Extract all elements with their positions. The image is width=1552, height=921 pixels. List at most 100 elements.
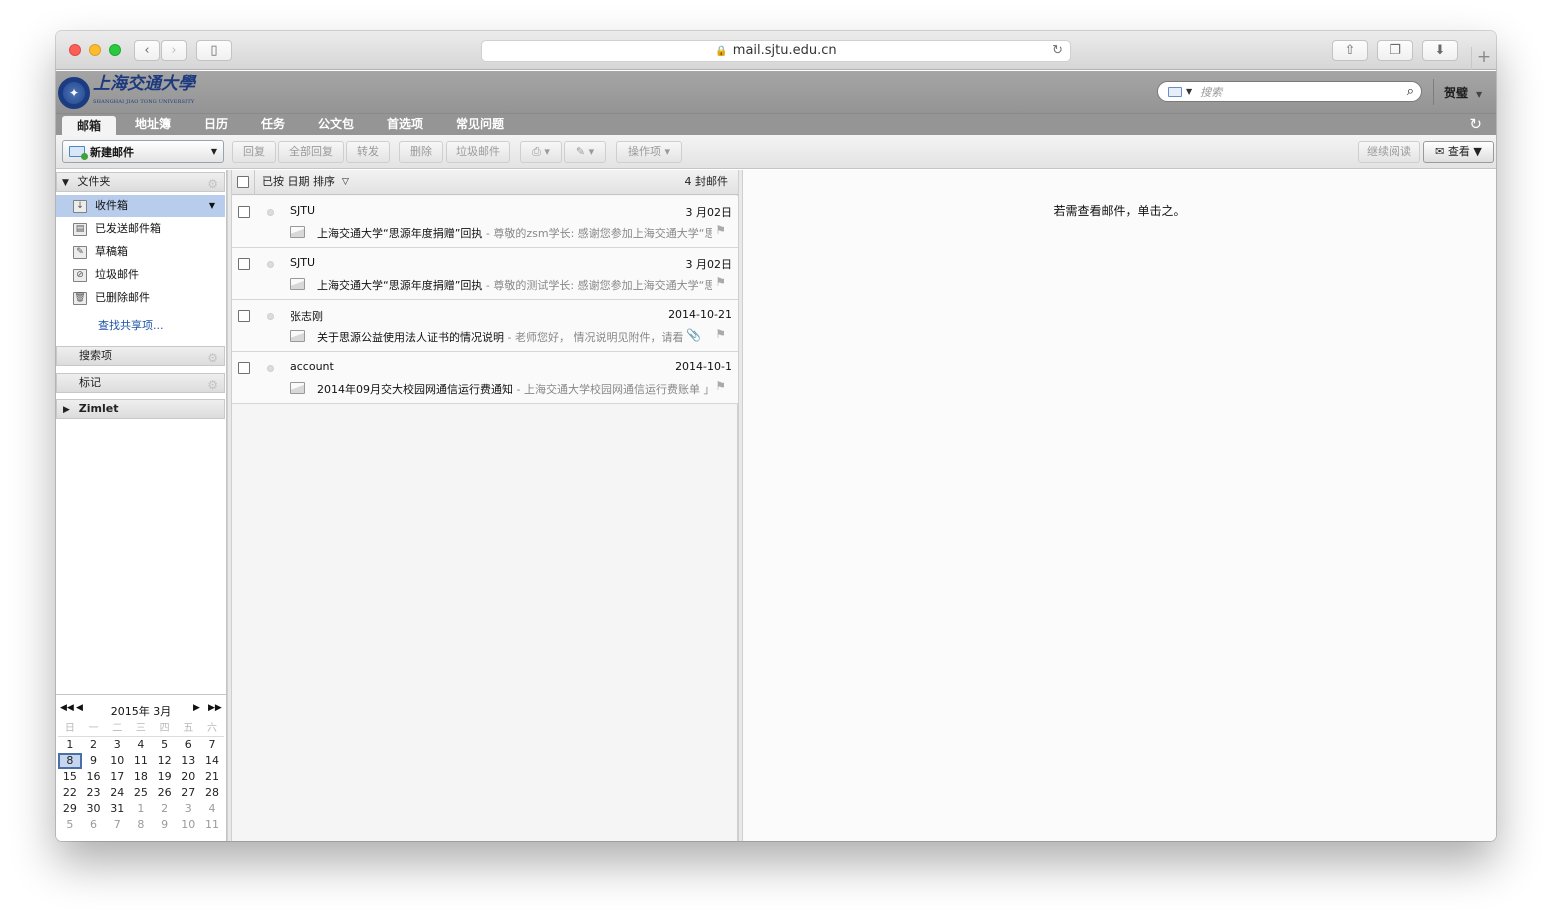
tab-preferences[interactable]: 首选项 [372,114,438,136]
sidebar-item-trash[interactable]: 🗑 已删除邮件 [56,287,225,309]
new-tab-button[interactable]: + [1471,47,1496,70]
read-status-icon[interactable] [267,261,274,268]
flag-icon[interactable]: ⚑ [715,327,726,341]
find-shared-link[interactable]: 查找共享项... [98,317,164,333]
sort-direction-icon[interactable]: ▽ [342,170,349,194]
calendar-day[interactable]: 2 [82,737,106,753]
mail-row[interactable]: account 2014-10-1 2014年09月交大校园网通信运行费通知 - 上… [232,352,738,404]
calendar-day[interactable]: 9 [82,753,106,769]
read-status-icon[interactable] [267,313,274,320]
calendar-day[interactable]: 6 [176,737,200,753]
tab-mail[interactable]: 邮箱 [62,116,117,136]
address-bar[interactable]: 🔒 mail.sjtu.edu.cn ↻ [481,40,1071,62]
read-status-icon[interactable] [267,209,274,216]
tags-header[interactable]: 标记 ⚙ [56,373,225,393]
calendar-day[interactable]: 28 [200,785,224,801]
calendar-day[interactable]: 9 [153,817,177,833]
zoom-window-button[interactable] [109,44,121,56]
tab-tasks[interactable]: 任务 [246,114,300,136]
mail-row-checkbox[interactable] [238,362,250,374]
new-mail-button[interactable]: 新建邮件 ▼ [62,140,224,163]
gear-icon[interactable]: ⚙ [207,376,218,394]
sort-label[interactable]: 已按 日期 排序 [262,170,335,194]
gear-icon[interactable]: ⚙ [207,349,218,367]
caret-down-icon[interactable]: ▼ [1186,87,1192,96]
calendar-day[interactable]: 3 [105,737,129,753]
mail-row-checkbox[interactable] [238,258,250,270]
calendar-day[interactable]: 10 [176,817,200,833]
next-month-icon[interactable]: ▶ [193,703,200,713]
tab-briefcase[interactable]: 公文包 [303,114,369,136]
caret-down-icon[interactable]: ▼ [211,147,217,156]
delete-button[interactable]: 删除 [399,141,443,163]
calendar-day[interactable]: 8 [58,753,82,769]
calendar-day[interactable]: 30 [82,801,106,817]
calendar-day[interactable]: 13 [176,753,200,769]
calendar-day[interactable]: 7 [105,817,129,833]
calendar-day[interactable]: 10 [105,753,129,769]
search-input[interactable]: 搜索 [1200,84,1407,100]
flag-icon[interactable]: ⚑ [715,379,726,393]
folders-header[interactable]: ▼ 文件夹 ⚙ [56,172,225,192]
calendar-day[interactable]: 25 [129,785,153,801]
sidebar-item-junk[interactable]: ⊘ 垃圾邮件 [56,264,225,286]
spam-button[interactable]: 垃圾邮件 [446,141,510,163]
print-button[interactable]: ⎙ ▾ [520,141,562,163]
calendar-day[interactable]: 4 [200,801,224,817]
caret-down-icon[interactable]: ▼ [209,195,215,217]
mail-row[interactable]: SJTU 3 月02日 上海交通大学“思源年度捐赠”回执 - 尊敬的zsm学长: 感… [232,196,738,248]
gear-icon[interactable]: ⚙ [207,175,218,193]
user-menu[interactable]: 贺璧 ▼ [1444,84,1482,101]
downloads-button[interactable]: ⬇ [1422,40,1458,61]
calendar-day[interactable]: 23 [82,785,106,801]
calendar-day[interactable]: 16 [82,769,106,785]
calendar-day[interactable]: 11 [129,753,153,769]
close-window-button[interactable] [69,44,81,56]
sidebar-item-inbox[interactable]: ↓ 收件箱 ▼ [56,195,225,217]
select-all-checkbox[interactable] [237,176,249,188]
mail-row-checkbox[interactable] [238,310,250,322]
search-box[interactable]: ▼ 搜索 ⌕ [1157,81,1422,102]
calendar-day[interactable]: 14 [200,753,224,769]
tab-calendar[interactable]: 日历 [189,114,243,136]
calendar-day[interactable]: 1 [129,801,153,817]
calendar-day[interactable]: 20 [176,769,200,785]
calendar-day[interactable]: 19 [153,769,177,785]
mail-row[interactable]: 张志刚 2014-10-21 关于思源公益使用法人证书的情况说明 - 老师您好， 情… [232,300,738,352]
flag-icon[interactable]: ⚑ [715,275,726,289]
calendar-day[interactable]: 26 [153,785,177,801]
sidebar-toggle-button[interactable]: ▯ [196,40,232,61]
calendar-day[interactable]: 21 [200,769,224,785]
read-status-icon[interactable] [267,365,274,372]
sidebar-item-sent[interactable]: ▤ 已发送邮件箱 [56,218,225,240]
calendar-day[interactable]: 2 [153,801,177,817]
tab-faq[interactable]: 常见问题 [441,114,519,136]
tab-contacts[interactable]: 地址簿 [120,114,186,136]
calendar-day[interactable]: 18 [129,769,153,785]
calendar-day[interactable]: 29 [58,801,82,817]
mail-row[interactable]: SJTU 3 月02日 上海交通大学“思源年度捐赠”回执 - 尊敬的测试学长: 感谢… [232,248,738,300]
calendar-day[interactable]: 4 [129,737,153,753]
calendar-day[interactable]: 27 [176,785,200,801]
minimize-window-button[interactable] [89,44,101,56]
calendar-day[interactable]: 5 [58,817,82,833]
reload-icon[interactable]: ↻ [1052,41,1063,61]
calendar-day[interactable]: 5 [153,737,177,753]
back-button[interactable]: ‹ [134,40,160,61]
zimlet-header[interactable]: ▶ Zimlet [56,399,225,419]
share-button[interactable]: ⇧ [1332,40,1368,61]
next-year-icon[interactable]: ▶▶ [208,703,222,713]
search-icon[interactable]: ⌕ [1407,84,1414,99]
forward-button[interactable]: 转发 [346,141,390,163]
calendar-day[interactable]: 24 [105,785,129,801]
calendar-day[interactable]: 6 [82,817,106,833]
refresh-icon[interactable]: ↻ [1469,115,1482,133]
calendar-day[interactable]: 15 [58,769,82,785]
mail-type-icon[interactable] [1168,86,1182,97]
tag-button[interactable]: ✎ ▾ [564,141,606,163]
calendar-day[interactable]: 17 [105,769,129,785]
searches-header[interactable]: 搜索项 ⚙ [56,346,225,366]
calendar-day[interactable]: 7 [200,737,224,753]
tabs-overview-button[interactable]: ❐ [1377,40,1413,61]
reply-button[interactable]: 回复 [232,141,276,163]
